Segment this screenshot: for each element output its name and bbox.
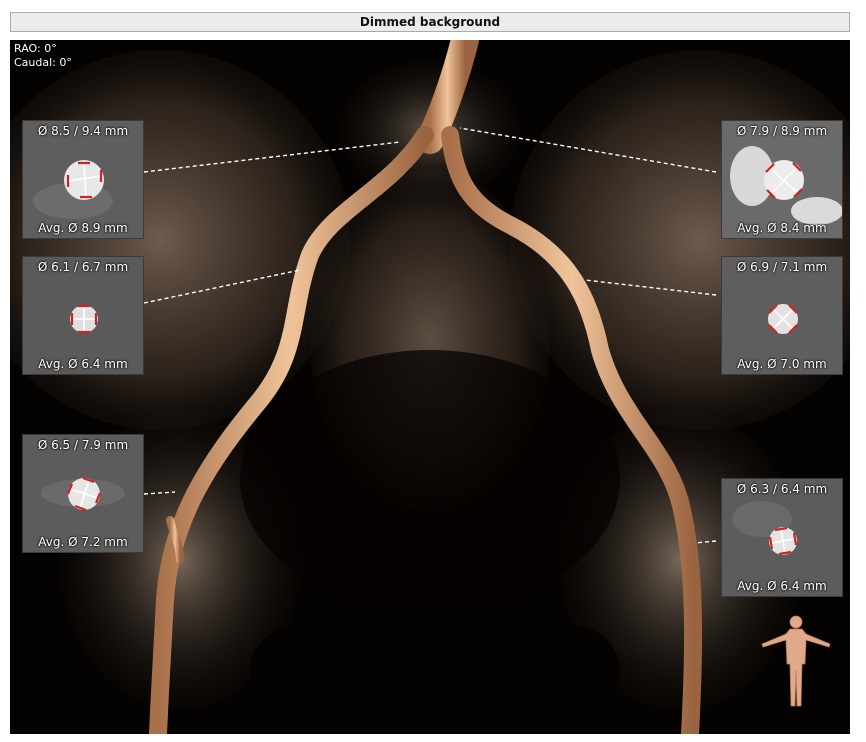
- cross-section-panel[interactable]: Ø 6.9 / 7.1 mm Avg. Ø 7.0 mm: [721, 256, 843, 375]
- view-title-bar[interactable]: Dimmed background: [10, 12, 850, 32]
- average-diameter-readout: Avg. Ø 8.4 mm: [737, 221, 827, 235]
- diameter-readout: Ø 7.9 / 8.9 mm: [736, 124, 828, 138]
- obturator-foramen-right: [520, 625, 620, 715]
- average-diameter-readout: Avg. Ø 6.4 mm: [737, 579, 827, 593]
- diameter-readout: Ø 8.5 / 9.4 mm: [37, 124, 129, 138]
- obturator-foramen-left: [250, 625, 350, 715]
- cross-section-panel[interactable]: Ø 7.9 / 8.9 mm Avg. Ø 8.4 mm: [721, 120, 843, 239]
- 3d-render-viewport[interactable]: RAO: 0° Caudal: 0° Ø 8.5 / 9.4 mm Avg. Ø…: [10, 40, 850, 734]
- rao-angle: RAO: 0°: [14, 42, 57, 55]
- cross-section-panel[interactable]: Ø 8.5 / 9.4 mm Avg. Ø 8.9 mm: [22, 120, 144, 239]
- cross-section-panel[interactable]: Ø 6.5 / 7.9 mm Avg. Ø 7.2 mm: [22, 434, 144, 553]
- cross-section-panel[interactable]: Ø 6.3 / 6.4 mm Avg. Ø 6.4 mm: [721, 478, 843, 597]
- caudal-angle: Caudal: 0°: [14, 56, 72, 69]
- diameter-readout: Ø 6.1 / 6.7 mm: [37, 260, 129, 274]
- human-figure-icon[interactable]: [756, 612, 836, 712]
- diameter-readout: Ø 6.3 / 6.4 mm: [736, 482, 828, 496]
- average-diameter-readout: Avg. Ø 6.4 mm: [38, 357, 128, 371]
- average-diameter-readout: Avg. Ø 7.0 mm: [737, 357, 827, 371]
- pelvic-inlet: [240, 350, 620, 610]
- average-diameter-readout: Avg. Ø 7.2 mm: [38, 535, 128, 549]
- diameter-readout: Ø 6.9 / 7.1 mm: [736, 260, 828, 274]
- view-title: Dimmed background: [359, 15, 501, 29]
- diameter-readout: Ø 6.5 / 7.9 mm: [37, 438, 129, 452]
- average-diameter-readout: Avg. Ø 8.9 mm: [38, 221, 128, 235]
- orientation-readout: RAO: 0° Caudal: 0°: [14, 42, 72, 70]
- cross-section-panel[interactable]: Ø 6.1 / 6.7 mm Avg. Ø 6.4 mm: [22, 256, 144, 375]
